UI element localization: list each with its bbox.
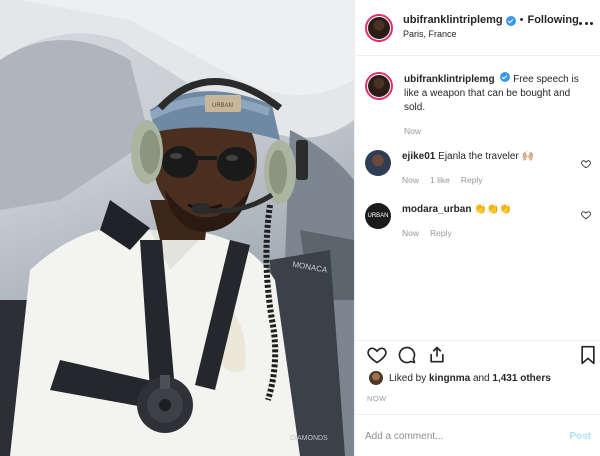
post-location[interactable]: Paris, France	[403, 28, 579, 41]
comment-username[interactable]: modara_urban	[402, 204, 471, 215]
comments-list[interactable]: ubifranklintriplemg Free speech is like …	[355, 57, 600, 340]
share-icon[interactable]	[427, 345, 447, 365]
comment-item: URBAN modara_urban 👏👏👏 Now Reply	[365, 203, 595, 240]
bookmark-icon[interactable]	[579, 345, 597, 365]
post-details-panel: ubifranklintriplemg • Following Paris, F…	[354, 0, 600, 456]
liker-avatar[interactable]	[369, 371, 383, 385]
comment-time[interactable]: Now	[402, 173, 419, 187]
comment-likes[interactable]: 1 like	[430, 173, 450, 187]
photo-illustration: MONACA URBAN DIAMONDS	[0, 0, 354, 456]
verified-badge-icon	[500, 72, 511, 82]
post-caption: ubifranklintriplemg Free speech is like …	[365, 72, 595, 138]
caption-username[interactable]: ubifranklintriplemg	[404, 74, 495, 85]
likes-count-link[interactable]: 1,431 others	[492, 373, 550, 384]
commenter-avatar[interactable]	[365, 150, 391, 176]
comment-item: ejike01 Ejanla the traveler 🙌🏼 Now 1 lik…	[365, 150, 595, 187]
caption-author-avatar[interactable]	[365, 72, 393, 100]
likes-summary: Liked by kingnma and 1,431 others	[369, 371, 551, 385]
author-info: ubifranklintriplemg • Following Paris, F…	[403, 14, 579, 41]
reply-button[interactable]: Reply	[430, 226, 452, 240]
comment-username[interactable]: ejike01	[402, 151, 435, 162]
verified-badge-icon	[505, 15, 516, 26]
comment-text: Ejanla the traveler 🙌🏼	[438, 151, 534, 162]
heart-icon[interactable]	[367, 345, 387, 365]
comment-time[interactable]: Now	[402, 226, 419, 240]
liked-by-prefix: Liked by	[389, 372, 427, 384]
comment-like-heart-icon[interactable]	[581, 159, 591, 169]
author-avatar[interactable]	[365, 13, 393, 42]
action-icons-row	[365, 345, 595, 367]
more-options-icon[interactable]	[579, 22, 593, 28]
comment-icon[interactable]	[397, 345, 417, 365]
chair-label: DIAMONDS	[290, 435, 328, 442]
add-comment-bar: Post	[355, 414, 600, 456]
comment-input[interactable]	[365, 430, 570, 442]
commenter-avatar[interactable]: URBAN	[365, 203, 391, 229]
post-timestamp[interactable]: NOW	[367, 394, 387, 403]
liked-by-and: and	[472, 372, 490, 384]
following-button[interactable]: Following	[527, 14, 578, 27]
separator-dot: •	[519, 14, 524, 26]
caption-time[interactable]: Now	[404, 124, 421, 138]
comment-text: 👏👏👏	[474, 204, 512, 215]
post-header: ubifranklintriplemg • Following Paris, F…	[355, 0, 600, 56]
liker-username[interactable]: kingnma	[429, 373, 470, 384]
post-actions: Liked by kingnma and 1,431 others NOW Po…	[355, 340, 600, 456]
post-comment-button[interactable]: Post	[569, 431, 591, 442]
comment-like-heart-icon[interactable]	[581, 210, 591, 220]
author-username[interactable]: ubifranklintriplemg	[403, 14, 503, 27]
post-photo[interactable]: MONACA URBAN DIAMONDS	[0, 0, 354, 456]
visor-label: URBAN	[212, 103, 233, 109]
reply-button[interactable]: Reply	[461, 173, 483, 187]
